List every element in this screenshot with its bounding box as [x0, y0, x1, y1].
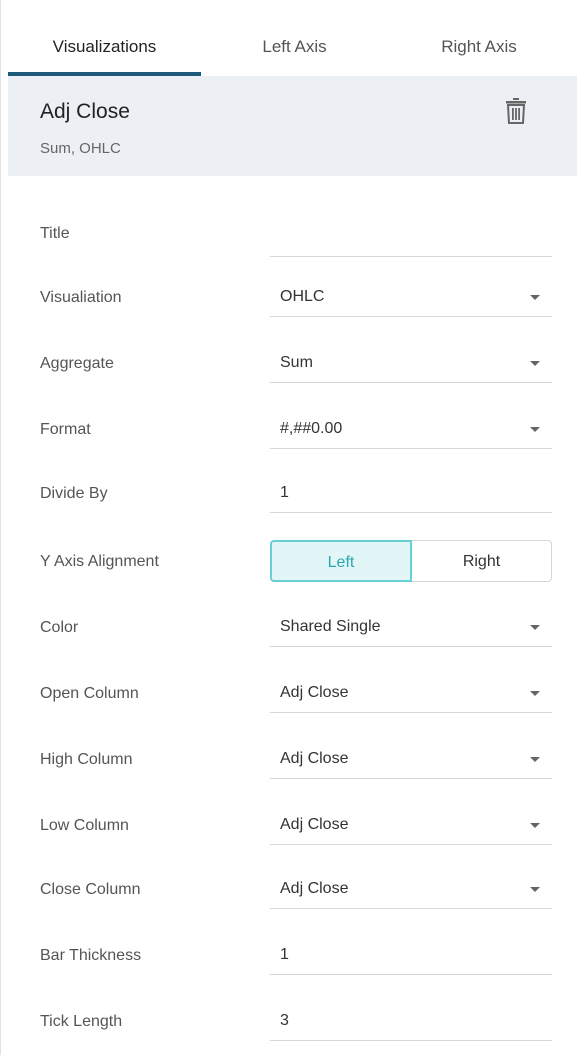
- row-bar-thickness: Bar Thickness 1: [8, 924, 570, 988]
- trash-icon[interactable]: [504, 97, 528, 125]
- chevron-down-icon: [530, 757, 540, 762]
- chevron-down-icon: [530, 691, 540, 696]
- close-column-dropdown[interactable]: Adj Close: [270, 870, 552, 909]
- close-column-label: Close Column: [40, 881, 141, 898]
- aggregate-label: Aggregate: [40, 355, 114, 372]
- color-value: Shared Single: [280, 618, 381, 635]
- row-low-column: Low Column Adj Close: [8, 794, 570, 858]
- low-column-label: Low Column: [40, 817, 129, 834]
- row-format: Format #,##0.00: [8, 398, 570, 462]
- series-title: Adj Close: [40, 100, 130, 123]
- align-left-button[interactable]: Left: [270, 540, 412, 582]
- y-axis-alignment-toggle: Left Right: [270, 540, 552, 582]
- series-subtitle: Sum, OHLC: [40, 140, 121, 157]
- row-high-column: High Column Adj Close: [8, 728, 570, 792]
- row-title: Title: [8, 202, 570, 266]
- tab-visualizations[interactable]: Visualizations: [8, 0, 201, 76]
- align-right-button[interactable]: Right: [412, 540, 552, 582]
- tick-length-value: 3: [280, 1012, 289, 1029]
- divide-by-input[interactable]: 1: [270, 474, 552, 513]
- aggregate-value: Sum: [280, 354, 313, 371]
- visualization-value: OHLC: [280, 288, 325, 305]
- open-column-value: Adj Close: [280, 684, 349, 701]
- color-dropdown[interactable]: Shared Single: [270, 608, 552, 647]
- bar-thickness-input[interactable]: 1: [270, 936, 552, 975]
- panel-left-border: [0, 0, 1, 1055]
- chevron-down-icon: [530, 295, 540, 300]
- high-column-label: High Column: [40, 751, 133, 768]
- row-divide-by: Divide By 1: [8, 462, 570, 526]
- row-color: Color Shared Single: [8, 596, 570, 660]
- bar-thickness-label: Bar Thickness: [40, 947, 142, 964]
- tab-left-axis[interactable]: Left Axis: [201, 0, 388, 76]
- chevron-down-icon: [530, 823, 540, 828]
- high-column-dropdown[interactable]: Adj Close: [270, 740, 552, 779]
- open-column-dropdown[interactable]: Adj Close: [270, 674, 552, 713]
- row-aggregate: Aggregate Sum: [8, 332, 570, 396]
- visualization-dropdown[interactable]: OHLC: [270, 278, 552, 317]
- format-dropdown[interactable]: #,##0.00: [270, 410, 552, 449]
- bar-thickness-value: 1: [280, 946, 289, 963]
- color-label: Color: [40, 619, 79, 636]
- format-value: #,##0.00: [280, 420, 343, 437]
- low-column-value: Adj Close: [280, 816, 349, 833]
- high-column-value: Adj Close: [280, 750, 349, 767]
- tick-length-input[interactable]: 3: [270, 1002, 552, 1041]
- tab-right-axis[interactable]: Right Axis: [388, 0, 570, 76]
- low-column-dropdown[interactable]: Adj Close: [270, 806, 552, 845]
- series-header: Adj Close Sum, OHLC: [8, 76, 577, 176]
- format-label: Format: [40, 421, 91, 438]
- row-visualization: Visualiation OHLC: [8, 266, 570, 330]
- chevron-down-icon: [530, 361, 540, 366]
- aggregate-dropdown[interactable]: Sum: [270, 344, 552, 383]
- row-open-column: Open Column Adj Close: [8, 662, 570, 726]
- divide-by-label: Divide By: [40, 485, 108, 502]
- chevron-down-icon: [530, 887, 540, 892]
- row-y-axis-alignment: Y Axis Alignment Left Right: [8, 530, 570, 594]
- tick-length-label: Tick Length: [40, 1013, 123, 1030]
- row-close-column: Close Column Adj Close: [8, 858, 570, 922]
- tab-bar: Visualizations Left Axis Right Axis: [8, 0, 570, 76]
- row-tick-length: Tick Length 3: [8, 990, 570, 1054]
- visualization-label: Visualiation: [40, 289, 122, 306]
- y-axis-alignment-label: Y Axis Alignment: [40, 553, 159, 570]
- chevron-down-icon: [530, 427, 540, 432]
- title-label: Title: [40, 225, 70, 242]
- divide-by-value: 1: [280, 484, 289, 501]
- title-input[interactable]: [270, 218, 552, 257]
- close-column-value: Adj Close: [280, 880, 349, 897]
- open-column-label: Open Column: [40, 685, 139, 702]
- chevron-down-icon: [530, 625, 540, 630]
